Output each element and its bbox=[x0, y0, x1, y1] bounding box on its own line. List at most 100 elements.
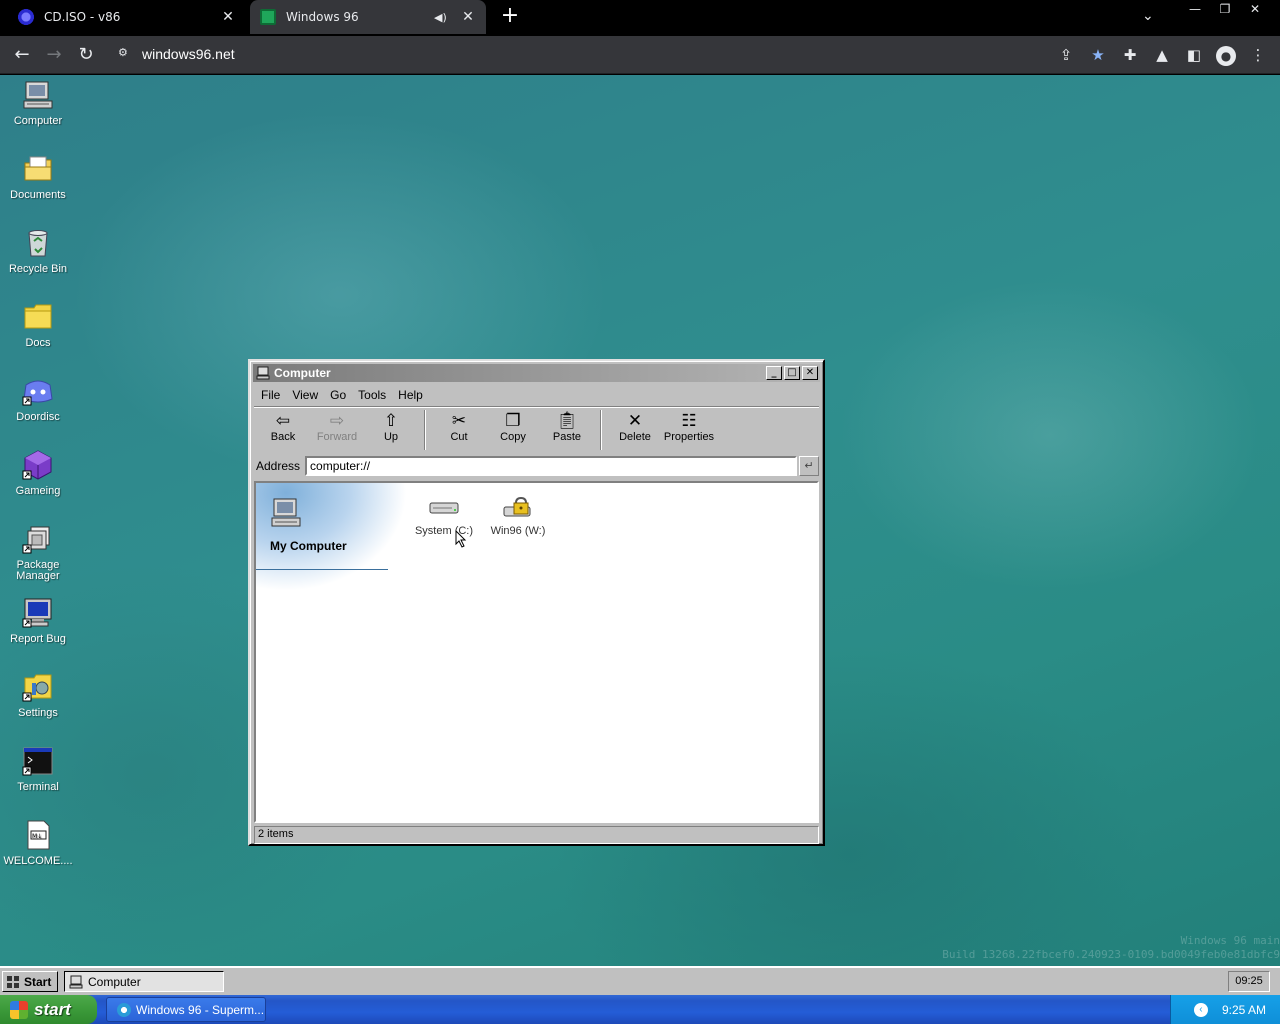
bookmark-star-icon[interactable]: ★ bbox=[1082, 42, 1114, 68]
share-icon[interactable]: ⇪ bbox=[1050, 42, 1082, 68]
profile-icon[interactable]: ● bbox=[1210, 42, 1242, 68]
windows-logo-icon bbox=[7, 975, 19, 988]
up-button[interactable]: ⇧ Up bbox=[364, 409, 418, 451]
close-button[interactable]: ✕ bbox=[802, 366, 818, 380]
svg-text:M↓: M↓ bbox=[32, 833, 42, 840]
monitor-icon bbox=[22, 597, 54, 629]
folder-up-icon: ⇧ bbox=[383, 411, 399, 430]
tray-chevron-icon[interactable]: ‹ bbox=[1193, 1002, 1208, 1017]
browser-icon bbox=[117, 1002, 131, 1017]
toolbar-separator bbox=[600, 410, 602, 450]
button-label: Forward bbox=[316, 431, 358, 443]
back-button[interactable]: ⇦ Back bbox=[256, 409, 310, 451]
window-title: Computer bbox=[274, 366, 331, 380]
copy-button[interactable]: ❐ Copy bbox=[486, 409, 540, 451]
desktop-icon-report-bug[interactable]: Report Bug bbox=[2, 597, 74, 645]
button-label: Up bbox=[383, 431, 399, 443]
maximize-button[interactable]: □ bbox=[784, 366, 800, 380]
go-button[interactable]: ↵ bbox=[799, 456, 819, 476]
drive-label: Win96 (W:) bbox=[490, 525, 546, 537]
desktop-icon-welcome[interactable]: M↓ WELCOME.... bbox=[2, 819, 74, 867]
copy-icon: ❐ bbox=[505, 411, 521, 430]
desktop-icon-docs[interactable]: Docs bbox=[2, 301, 74, 349]
new-tab-button[interactable]: + bbox=[498, 5, 522, 29]
clipboard-icon: 📋︎ bbox=[556, 411, 578, 430]
task-label: Windows 96 - Superm... bbox=[136, 1002, 265, 1017]
desktop-icon-gameing[interactable]: Gameing bbox=[2, 449, 74, 497]
win96-clock: 09:25 bbox=[1228, 971, 1270, 992]
win96-start-button[interactable]: Start bbox=[2, 971, 58, 992]
watermark-line-2: Build 13268.22fbcef0.240923-0109.bd0049f… bbox=[942, 948, 1280, 961]
close-icon[interactable]: ✕ bbox=[220, 9, 236, 25]
properties-button[interactable]: ☷ Properties bbox=[662, 409, 716, 451]
xp-taskbar-item-browser[interactable]: Windows 96 - Superm... bbox=[106, 997, 266, 1022]
tab-cd-iso[interactable]: CD.ISO - v86 ✕ bbox=[8, 0, 246, 34]
audio-icon[interactable]: ◀) bbox=[434, 11, 450, 24]
menu-help[interactable]: Help bbox=[392, 386, 429, 404]
menu-file[interactable]: File bbox=[255, 386, 286, 404]
browser-actions: ⇪ ★ ✚ ▲ ◧ ● ⋮ bbox=[1050, 42, 1274, 68]
chevron-down-icon[interactable]: ⌄ bbox=[1142, 8, 1154, 24]
minimize-button[interactable]: _ bbox=[766, 366, 782, 380]
win96-taskbar: Start Computer 09:25 bbox=[0, 966, 1280, 995]
desktop-icon-recycle-bin[interactable]: Recycle Bin bbox=[2, 227, 74, 275]
desktop-icon-label: Doordisc bbox=[16, 411, 60, 423]
minimize-icon[interactable]: — bbox=[1180, 0, 1210, 18]
desktop-icon-terminal[interactable]: Terminal bbox=[2, 745, 74, 793]
address-input[interactable]: computer:// bbox=[305, 456, 797, 476]
forward-icon[interactable]: → bbox=[41, 42, 67, 68]
close-icon[interactable]: ✕ bbox=[460, 9, 476, 25]
drive-win96-w[interactable]: Win96 (W:) bbox=[482, 496, 554, 537]
menu-bar: File View Go Tools Help bbox=[255, 386, 429, 404]
sidebar-title: My Computer bbox=[270, 539, 347, 553]
labs-icon[interactable]: ▲ bbox=[1146, 42, 1178, 68]
mouse-cursor-icon bbox=[455, 530, 467, 548]
reload-icon[interactable]: ↻ bbox=[73, 42, 99, 68]
desktop-icon-computer[interactable]: Computer bbox=[2, 79, 74, 127]
address-bar: Address computer:// ↵ bbox=[256, 455, 819, 477]
windows96-icon bbox=[260, 9, 276, 25]
menu-tools[interactable]: Tools bbox=[352, 386, 392, 404]
tab-title: Windows 96 bbox=[286, 10, 359, 24]
file-view[interactable]: My Computer System (C:) Win96 (W:) bbox=[254, 481, 819, 823]
computer-icon bbox=[69, 975, 83, 988]
divider bbox=[254, 406, 819, 408]
locked-drive-icon bbox=[502, 496, 534, 519]
tab-windows96[interactable]: Windows 96 ◀) ✕ bbox=[250, 0, 486, 34]
desktop-icon-label: Package Manager bbox=[16, 559, 60, 582]
taskbar-item-computer[interactable]: Computer bbox=[64, 971, 224, 992]
desktop-icon-documents[interactable]: Documents bbox=[2, 153, 74, 201]
window-titlebar[interactable]: Computer _ □ ✕ bbox=[253, 364, 820, 382]
desktop-icon-package-manager[interactable]: Package Manager bbox=[2, 523, 74, 582]
cut-button[interactable]: ✂ Cut bbox=[432, 409, 486, 451]
menu-view[interactable]: View bbox=[286, 386, 324, 404]
desktop-icon-doordisc[interactable]: Doordisc bbox=[2, 375, 74, 423]
restore-icon[interactable]: ❐ bbox=[1210, 0, 1240, 18]
scissors-icon: ✂ bbox=[451, 411, 467, 430]
windows-flag-icon bbox=[10, 1000, 28, 1019]
discord-icon bbox=[22, 375, 54, 407]
forward-button[interactable]: ⇨ Forward bbox=[310, 409, 364, 451]
close-icon[interactable]: ✕ bbox=[1240, 0, 1270, 18]
button-label: Copy bbox=[500, 431, 526, 443]
drive-system-c[interactable]: System (C:) bbox=[408, 497, 480, 537]
folder-documents-icon bbox=[22, 153, 54, 185]
menu-icon[interactable]: ⋮ bbox=[1242, 42, 1274, 68]
task-label: Computer bbox=[88, 974, 141, 989]
desktop-icon-label: WELCOME.... bbox=[3, 855, 73, 867]
paste-button[interactable]: 📋︎ Paste bbox=[540, 409, 594, 451]
xp-clock: 9:25 AM bbox=[1221, 1002, 1266, 1017]
delete-button[interactable]: ✕ Delete bbox=[608, 409, 662, 451]
desktop-icon-settings[interactable]: Settings bbox=[2, 671, 74, 719]
back-icon[interactable]: ← bbox=[9, 42, 35, 68]
site-settings-icon[interactable]: ⚙ bbox=[118, 46, 134, 62]
back-arrow-icon: ⇦ bbox=[275, 411, 291, 430]
extensions-icon[interactable]: ✚ bbox=[1114, 42, 1146, 68]
delete-x-icon: ✕ bbox=[627, 411, 643, 430]
menu-go[interactable]: Go bbox=[324, 386, 352, 404]
status-bar: 2 items bbox=[254, 826, 819, 844]
xp-start-button[interactable]: start bbox=[0, 995, 97, 1024]
explorer-toolbar: ⇦ Back ⇨ Forward ⇧ Up ✂ Cut ❐ Copy 📋︎ Pa… bbox=[256, 409, 716, 453]
address-bar[interactable]: windows96.net bbox=[142, 46, 235, 62]
side-panel-icon[interactable]: ◧ bbox=[1178, 42, 1210, 68]
